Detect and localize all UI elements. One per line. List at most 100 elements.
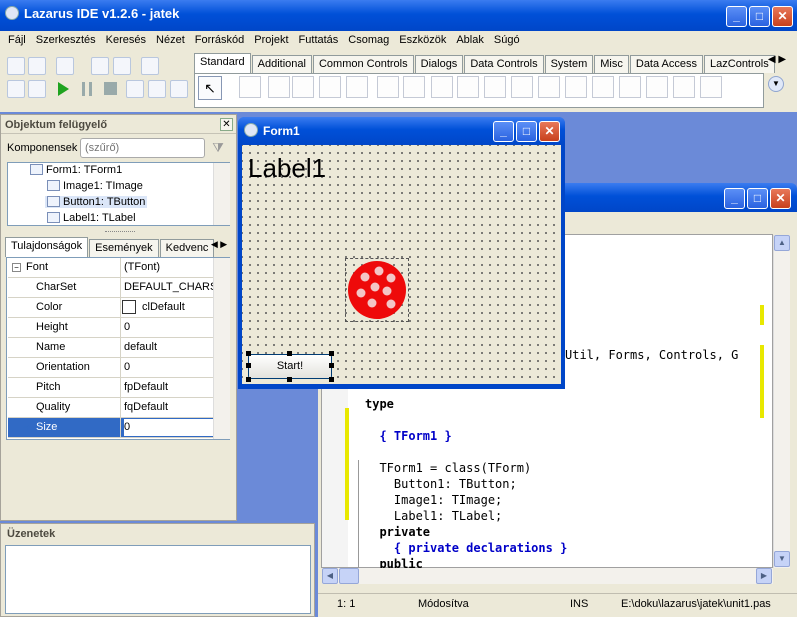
property-row[interactable]: Pitch fpDefault	[8, 378, 228, 398]
close-button[interactable]: ✕	[772, 6, 793, 27]
property-row[interactable]: Height 0	[8, 318, 228, 338]
property-row[interactable]: Name default	[8, 338, 228, 358]
palette-menu-icon[interactable]: ▼	[768, 76, 784, 92]
save-icon[interactable]	[91, 57, 109, 75]
maximize-button[interactable]: □	[749, 6, 770, 27]
property-value[interactable]: fpDefault	[124, 381, 220, 393]
property-row[interactable]: CharSet DEFAULT_CHARSET	[8, 278, 228, 298]
tlistbox-icon[interactable]	[484, 76, 506, 98]
scroll-thumb[interactable]	[339, 568, 359, 584]
tree-node[interactable]: Image1: TImage	[45, 180, 145, 192]
menu-item[interactable]: Súgó	[490, 31, 526, 52]
new-form-icon[interactable]	[28, 57, 46, 75]
start-button[interactable]: Start!	[248, 354, 332, 379]
tcheckbox-icon[interactable]	[431, 76, 453, 98]
step-into-icon[interactable]	[126, 80, 144, 98]
menu-item[interactable]: Projekt	[250, 31, 294, 52]
font-expand-icon[interactable]: −	[12, 263, 21, 272]
scroll-left-icon[interactable]: ◀	[322, 568, 338, 584]
stop-icon[interactable]	[104, 82, 117, 95]
editor-close-button[interactable]: ✕	[770, 188, 791, 209]
component-filter-input[interactable]	[80, 138, 205, 158]
menu-item[interactable]: Keresés	[102, 31, 152, 52]
tedit-icon[interactable]	[346, 76, 368, 98]
property-value[interactable]: fqDefault	[124, 401, 220, 413]
tcheckgroup-icon[interactable]	[619, 76, 641, 98]
inspector-tab[interactable]: Tulajdonságok	[5, 237, 89, 257]
tree-node[interactable]: Label1: TLabel	[45, 212, 138, 224]
editor-maximize-button[interactable]: □	[747, 188, 768, 209]
tradiogroup-icon[interactable]	[592, 76, 614, 98]
tlabel-icon[interactable]	[319, 76, 341, 98]
property-row[interactable]: Font (TFont)	[8, 258, 228, 278]
palette-tab[interactable]: Common Controls	[312, 55, 414, 73]
property-value[interactable]: 0	[124, 419, 220, 436]
menu-item[interactable]: Szerkesztés	[32, 31, 102, 52]
editor-hscrollbar[interactable]: ◀ ▶	[322, 568, 773, 584]
pointer-tool-icon[interactable]: ↖	[198, 76, 222, 100]
step-over-icon[interactable]	[148, 80, 166, 98]
minimize-button[interactable]: _	[726, 6, 747, 27]
tgroupbox-icon[interactable]	[565, 76, 587, 98]
menu-item[interactable]: Eszközök	[395, 31, 452, 52]
editor-minimize-button[interactable]: _	[724, 188, 745, 209]
palette-tab[interactable]: Misc	[594, 55, 629, 73]
property-value[interactable]: default	[124, 341, 220, 353]
form1-close-button[interactable]: ✕	[539, 121, 560, 142]
property-row[interactable]: Color clDefault	[8, 298, 228, 318]
tradiobutton-icon[interactable]	[457, 76, 479, 98]
tscrollbar-icon[interactable]	[538, 76, 560, 98]
menu-item[interactable]: Ablak	[452, 31, 490, 52]
menu-item[interactable]: Csomag	[344, 31, 395, 52]
editor-vscrollbar[interactable]: ▲ ▼	[773, 235, 790, 568]
property-row[interactable]: Quality fqDefault	[8, 398, 228, 418]
run-icon[interactable]	[58, 82, 69, 96]
property-value[interactable]: (TFont)	[124, 261, 220, 273]
tframe-icon[interactable]	[673, 76, 695, 98]
scroll-down-icon[interactable]: ▼	[774, 551, 790, 567]
tree-node[interactable]: Button1: TButton	[45, 196, 148, 208]
tmainmenu-icon[interactable]	[239, 76, 261, 98]
tree-node[interactable]: Form1: TForm1	[28, 164, 124, 176]
menu-item[interactable]: Nézet	[152, 31, 191, 52]
save-all-icon[interactable]	[113, 57, 131, 75]
property-value[interactable]: 0	[124, 361, 220, 373]
tcombobox-icon[interactable]	[511, 76, 533, 98]
palette-tab[interactable]: System	[544, 55, 594, 73]
toggle-form-icon[interactable]	[141, 57, 159, 75]
palette-tab[interactable]: Additional	[251, 55, 312, 73]
palette-tab[interactable]: Data Controls	[464, 55, 544, 73]
tpanel-icon[interactable]	[646, 76, 668, 98]
property-row[interactable]: Size 0	[8, 418, 228, 438]
ttogglebox-icon[interactable]	[403, 76, 425, 98]
tbutton-icon[interactable]	[292, 76, 314, 98]
form1-label[interactable]: Label1	[248, 153, 326, 184]
palette-tab[interactable]: Data Access	[629, 55, 704, 73]
property-value[interactable]: DEFAULT_CHARSET	[124, 281, 220, 293]
menu-item[interactable]: Fájl	[4, 31, 32, 52]
scroll-right-icon[interactable]: ▶	[756, 568, 772, 584]
inspector-close-icon[interactable]: ✕	[220, 118, 233, 131]
form1-maximize-button[interactable]: □	[516, 121, 537, 142]
pause-icon[interactable]	[82, 82, 92, 96]
tree-scrollbar[interactable]	[213, 163, 230, 225]
step-out-icon[interactable]	[170, 80, 188, 98]
open-icon[interactable]	[56, 57, 74, 75]
palette-tab[interactable]: Standard	[194, 53, 251, 73]
splitter-handle[interactable]	[105, 231, 135, 234]
property-value[interactable]: 0	[124, 321, 220, 333]
property-scrollbar[interactable]	[213, 258, 230, 439]
property-row[interactable]: Orientation 0	[8, 358, 228, 378]
palette-tab[interactable]: Dialogs	[414, 55, 464, 73]
tactionlist-icon[interactable]	[700, 76, 722, 98]
new-unit-icon[interactable]	[7, 57, 25, 75]
inspector-tab[interactable]: Események	[89, 239, 159, 257]
filter-clear-icon[interactable]: ⧩	[208, 140, 228, 157]
view-units-icon[interactable]	[7, 80, 25, 98]
view-forms-icon[interactable]	[28, 80, 46, 98]
inspector-tabs-scroll[interactable]: ◀ ▶	[205, 239, 233, 255]
scroll-up-icon[interactable]: ▲	[774, 235, 790, 251]
form1-minimize-button[interactable]: _	[493, 121, 514, 142]
tmemo-icon[interactable]	[377, 76, 399, 98]
tpopupmenu-icon[interactable]	[268, 76, 290, 98]
